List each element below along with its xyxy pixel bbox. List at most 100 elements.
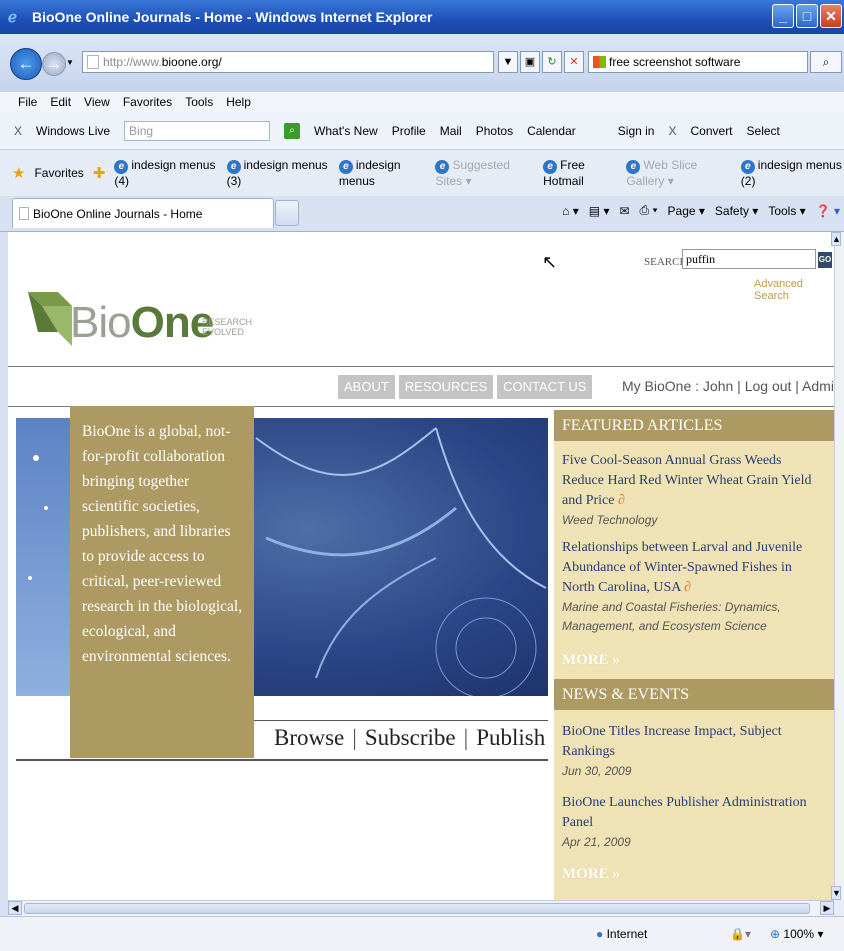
featured-articles-heading: FEATURED ARTICLES <box>554 410 834 441</box>
news-title[interactable]: BioOne Launches Publisher Administration… <box>562 795 807 830</box>
menu-favorites[interactable]: Favorites <box>123 95 172 109</box>
news-date: Jun 30, 2009 <box>562 764 632 778</box>
home-icon[interactable]: ⌂ ▾ <box>562 204 579 218</box>
forward-button[interactable]: → <box>42 52 66 76</box>
nav-resources[interactable]: RESOURCES <box>398 375 494 399</box>
live-item-photos[interactable]: Photos <box>476 124 513 138</box>
fav-link-1[interactable]: e indesign menus (4) <box>114 158 217 188</box>
bing-search-input[interactable]: Bing <box>124 120 271 141</box>
fav-link-2[interactable]: e indesign menus (3) <box>226 158 330 188</box>
search-go-icon[interactable]: ⌕ <box>810 51 842 73</box>
nav-contact-us[interactable]: CONTACT US <box>497 375 593 399</box>
back-button[interactable]: ← <box>10 48 42 80</box>
favorites-bar: ★ Favorites ✚ e indesign menus (4) e indes… <box>0 150 844 196</box>
fav-free-hotmail[interactable]: e Free Hotmail <box>543 158 617 188</box>
news-item[interactable]: BioOne Launches Publisher Administration… <box>554 781 834 852</box>
header-divider <box>8 366 834 367</box>
scroll-up-icon[interactable]: ▲ <box>831 232 841 246</box>
scroll-left-icon[interactable]: ◀ <box>8 901 22 915</box>
windows-live-icon <box>593 56 606 68</box>
feeds-icon[interactable]: ▤ ▾ <box>589 204 610 218</box>
address-input[interactable]: http://www. bioone.org/ <box>82 51 494 73</box>
menu-tools[interactable]: Tools <box>185 95 213 109</box>
close-toolbar-icon[interactable]: X <box>14 124 22 138</box>
news-more-link[interactable]: MORE » <box>554 852 834 893</box>
news-events-heading: NEWS & EVENTS <box>554 679 834 710</box>
site-search-input[interactable]: puffin <box>682 249 816 269</box>
web-search-input[interactable]: free screenshot software <box>588 51 808 73</box>
menu-view[interactable]: View <box>84 95 110 109</box>
fav-link-4[interactable]: e indesign menus (2) <box>740 158 844 188</box>
stop-icon[interactable]: ✕ <box>564 51 584 73</box>
command-bar: ⌂ ▾ ▤ ▾ ✉ ⎙ ▾ Page ▾ Safety ▾ Tools ▾ ❓ … <box>562 203 844 218</box>
menu-file[interactable]: File <box>18 95 37 109</box>
advanced-search-link[interactable]: Advanced Search <box>754 278 834 302</box>
search-label: SEARCH <box>644 256 688 268</box>
vertical-scrollbar[interactable]: ▲ ▼ <box>831 232 844 900</box>
subscribe-link[interactable]: Subscribe <box>365 725 456 750</box>
live-item-profile[interactable]: Profile <box>392 124 426 138</box>
featured-more-link[interactable]: MORE » <box>554 636 834 679</box>
news-item[interactable]: BioOne Titles Increase Impact, Subject R… <box>554 710 834 781</box>
history-dropdown-icon[interactable]: ▼ <box>66 58 74 67</box>
live-item-calendar[interactable]: Calendar <box>527 124 576 138</box>
print-icon[interactable]: ⎙ ▾ <box>640 203 658 218</box>
live-item-mail[interactable]: Mail <box>440 124 462 138</box>
tools-menu[interactable]: Tools ▾ <box>768 204 805 218</box>
featured-article[interactable]: Five Cool-Season Annual Grass Weeds Redu… <box>554 441 834 530</box>
mail-icon[interactable]: ✉ <box>619 204 629 218</box>
url-prefix: http://www. <box>103 55 162 69</box>
web-search-value: free screenshot software <box>609 55 741 69</box>
site-search-go-button[interactable]: GO <box>818 252 832 268</box>
ie-page-icon: e <box>114 160 129 174</box>
article-title[interactable]: Five Cool-Season Annual Grass Weeds Redu… <box>562 453 812 508</box>
close-addon-icon[interactable]: X <box>668 124 676 138</box>
user-links[interactable]: My BioOne : John | Log out | Admin | Hel… <box>622 378 834 394</box>
menu-bar: File Edit View Favorites Tools Help <box>0 92 844 112</box>
convert-button[interactable]: Convert <box>691 124 733 138</box>
help-icon[interactable]: ❓ ▾ <box>816 204 840 218</box>
article-title[interactable]: Relationships between Larval and Juvenil… <box>562 540 802 595</box>
ie-page-icon: e <box>543 160 558 174</box>
sign-in-link[interactable]: Sign in <box>618 124 655 138</box>
open-access-icon: ∂ <box>617 493 625 508</box>
browse-link[interactable]: Browse <box>274 725 344 750</box>
site-nav: ABOUT RESOURCES CONTACT US <box>338 375 593 399</box>
refresh-icon[interactable]: ↻ <box>542 51 562 73</box>
maximize-button[interactable]: □ <box>796 4 818 28</box>
nav-about[interactable]: ABOUT <box>338 375 395 399</box>
menu-help[interactable]: Help <box>226 95 251 109</box>
windows-live-brand[interactable]: Windows Live <box>36 124 110 138</box>
horizontal-scrollbar[interactable]: ◀ ▶ <box>8 900 834 916</box>
tab-bioone-home[interactable]: BioOne Online Journals - Home <box>12 198 274 228</box>
fav-suggested-sites[interactable]: e Suggested Sites ▾ <box>435 158 534 188</box>
menu-edit[interactable]: Edit <box>50 95 71 109</box>
news-title[interactable]: BioOne Titles Increase Impact, Subject R… <box>562 724 782 759</box>
scroll-right-icon[interactable]: ▶ <box>820 901 834 915</box>
fav-link-3[interactable]: e indesign menus <box>338 158 427 188</box>
address-dropdown-icon[interactable]: ▼ <box>498 51 518 73</box>
ie-page-icon: e <box>740 160 755 174</box>
fav-web-slice-gallery[interactable]: e Web Slice Gallery ▾ <box>626 158 731 188</box>
add-favorite-icon[interactable]: ✚ <box>93 164 106 182</box>
bioone-logo[interactable]: BioOne RESEARCH EVOLVED <box>28 292 288 352</box>
new-tab-button[interactable] <box>275 200 299 226</box>
minimize-button[interactable]: _ <box>772 4 794 28</box>
protected-mode-icon[interactable]: 🔒▾ <box>730 927 751 941</box>
safety-menu[interactable]: Safety ▾ <box>715 204 758 218</box>
mouse-cursor-icon: ↖ <box>542 252 558 272</box>
favorites-button[interactable]: Favorites <box>34 166 83 180</box>
url-domain: bioone.org/ <box>161 55 222 69</box>
live-item-whats-new[interactable]: What's New <box>314 124 378 138</box>
featured-article[interactable]: Relationships between Larval and Juvenil… <box>554 530 834 636</box>
bing-go-icon[interactable]: ⌕ <box>284 122 301 139</box>
bioone-leaf-icon <box>28 292 72 346</box>
horizontal-scroll-thumb[interactable] <box>24 903 810 914</box>
publish-link[interactable]: Publish <box>476 725 545 750</box>
select-button[interactable]: Select <box>747 124 780 138</box>
close-button[interactable]: ✕ <box>820 4 842 28</box>
zoom-level[interactable]: ⊕ 100% ▾ <box>770 927 823 941</box>
compatibility-icon[interactable]: ▣ <box>520 51 540 73</box>
scroll-down-icon[interactable]: ▼ <box>831 886 841 900</box>
page-menu[interactable]: Page ▾ <box>668 204 705 218</box>
